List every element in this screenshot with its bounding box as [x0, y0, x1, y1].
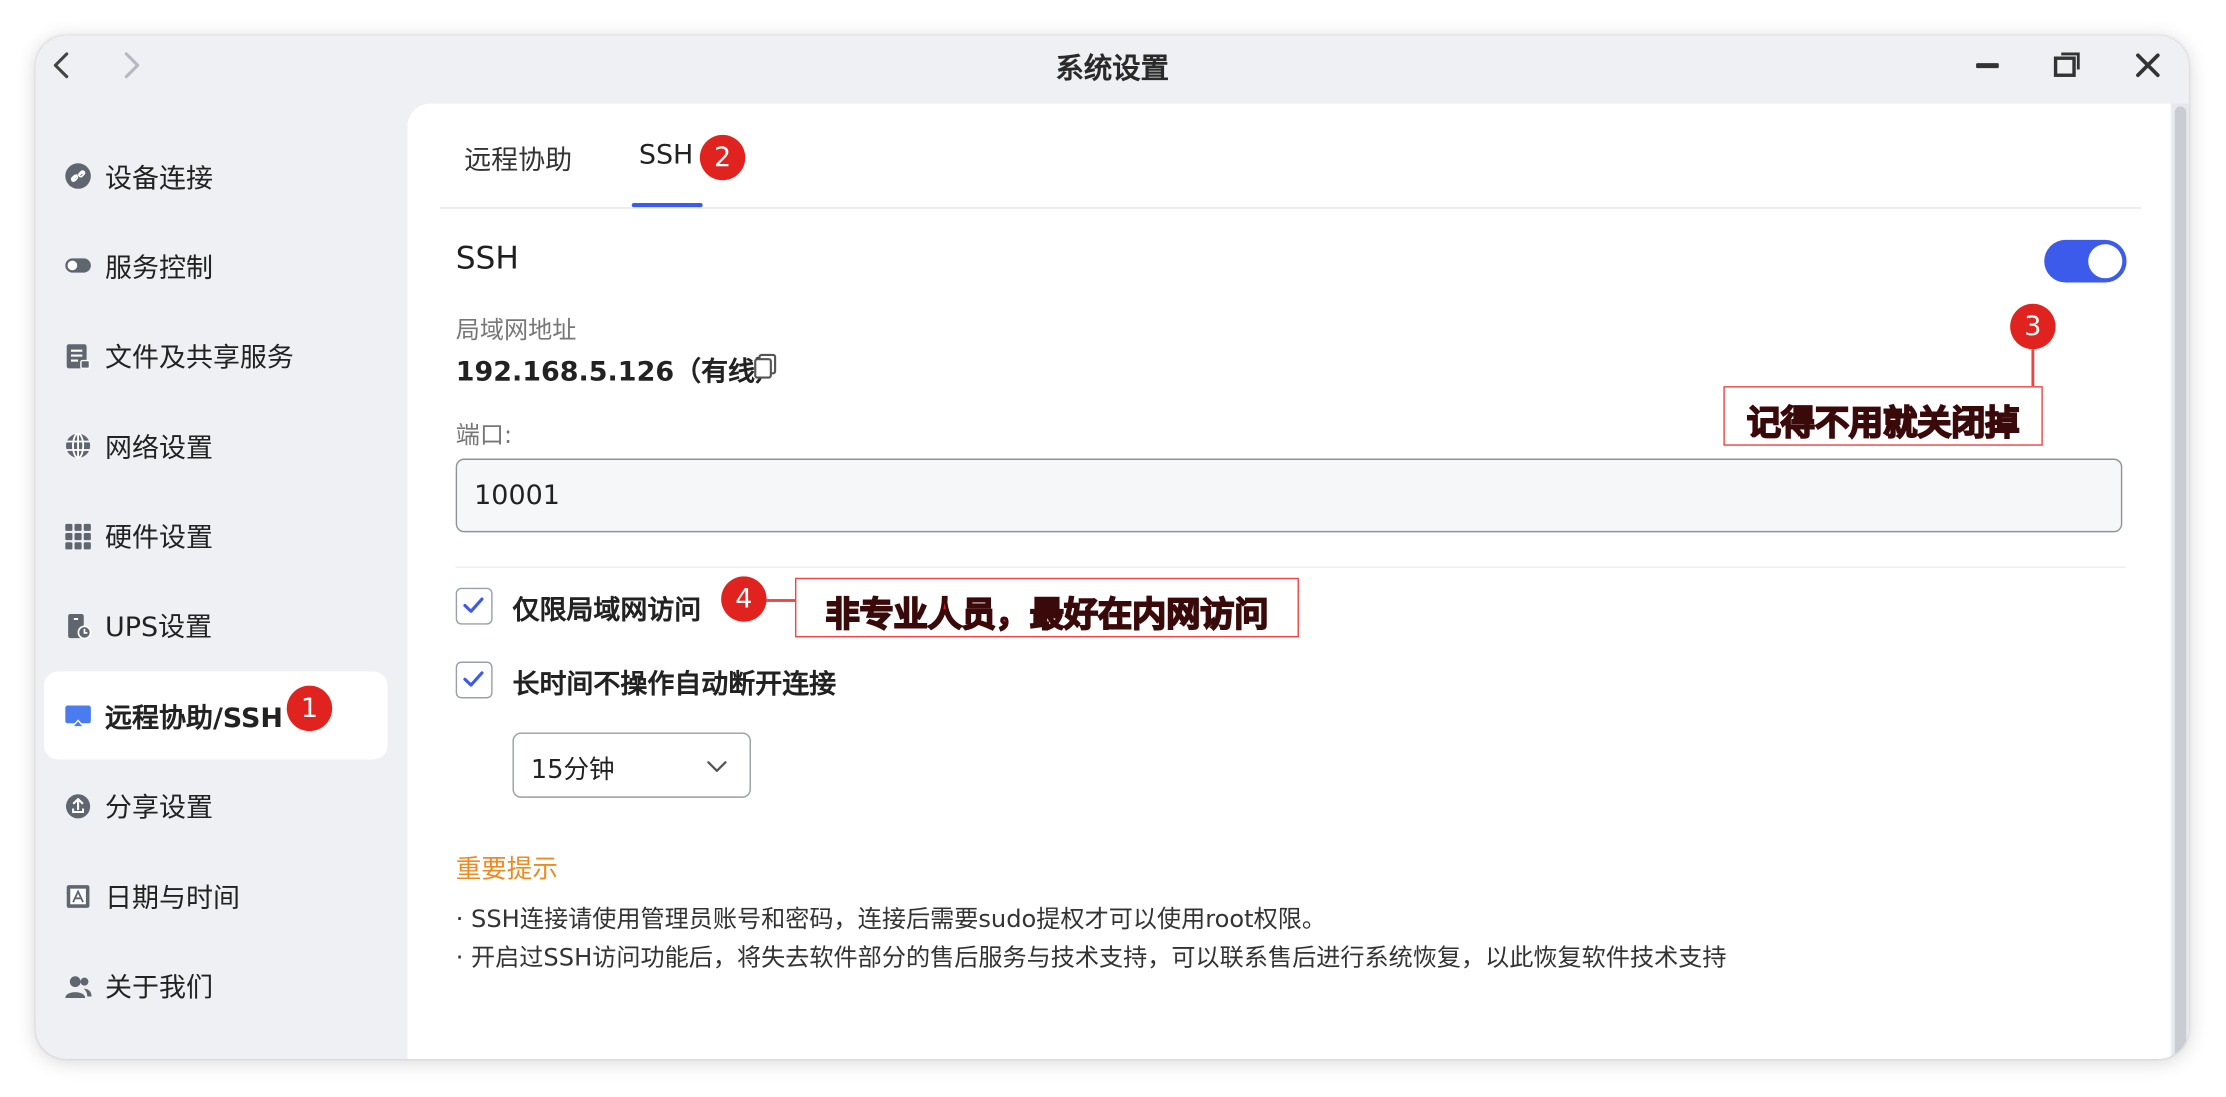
scrollbar-thumb[interactable]	[2174, 106, 2187, 1060]
notice-title: 重要提示	[455, 854, 558, 885]
sidebar-item-label: UPS设置	[105, 612, 213, 644]
sidebar-item-device-connection[interactable]: 设备连接	[44, 132, 388, 220]
auto-disconnect-checkbox[interactable]	[455, 661, 493, 699]
toggle-icon	[64, 252, 92, 280]
content-panel: 远程协助 SSH 2 SSH 局域网地址 192.168.5.126（有线） 端…	[407, 103, 2171, 1060]
annotation-badge: 3	[2010, 303, 2056, 350]
lan-address-label: 局域网地址	[455, 316, 577, 345]
sidebar-item-service-control[interactable]: 服务控制	[44, 222, 388, 310]
link-icon	[64, 162, 92, 190]
annotation-connector	[766, 599, 797, 602]
section-title: SSH	[455, 241, 519, 277]
sidebar-item-remote-ssh[interactable]: 远程协助/SSH 1	[44, 671, 388, 760]
grid-icon	[64, 522, 92, 550]
users-icon	[64, 972, 92, 1000]
globe-icon	[64, 432, 92, 460]
sidebar-item-about[interactable]: 关于我们	[44, 942, 388, 1030]
chevron-down-icon	[707, 761, 727, 772]
annotation-badge: 4	[721, 576, 767, 622]
sidebar-item-share[interactable]: 分享设置	[44, 762, 388, 850]
window-title: 系统设置	[1055, 51, 1170, 86]
ups-icon	[64, 612, 92, 640]
notice-line: · SSH连接请使用管理员账号和密码，连接后需要sudo提权才可以使用root权…	[455, 905, 1327, 935]
port-input[interactable]	[455, 458, 2123, 533]
timeout-select[interactable]: 15分钟	[512, 732, 751, 798]
annotation-text: 记得不用就关闭掉	[1746, 402, 2020, 443]
auto-disconnect-label[interactable]: 长时间不操作自动断开连接	[512, 663, 836, 701]
tab-remote-assist[interactable]: 远程协助	[464, 139, 572, 177]
lan-only-label[interactable]: 仅限局域网访问	[512, 589, 701, 627]
sidebar-item-ups[interactable]: UPS设置	[44, 582, 388, 670]
divider	[455, 566, 2127, 568]
tab-divider	[440, 207, 2141, 209]
share-icon	[64, 792, 92, 820]
sidebar-item-date-time[interactable]: 日期与时间	[44, 852, 388, 940]
minimize-icon	[1976, 63, 1999, 69]
sidebar-item-label: 文件及共享服务	[105, 342, 294, 374]
annotation-connector	[2031, 349, 2034, 387]
calendar-icon	[64, 882, 92, 910]
settings-window: 系统设置 设备连接 服务控制 文件及共享服务 网络设置 硬件设置 UPS设置 远…	[35, 35, 2190, 1060]
close-button[interactable]	[2128, 45, 2168, 85]
maximize-button[interactable]	[2047, 45, 2087, 85]
sidebar: 设备连接 服务控制 文件及共享服务 网络设置 硬件设置 UPS设置 远程协助/S…	[44, 132, 388, 1032]
sidebar-item-hardware[interactable]: 硬件设置	[44, 492, 388, 580]
sidebar-item-label: 远程协助/SSH	[105, 702, 284, 734]
sidebar-item-label: 服务控制	[105, 252, 213, 284]
ssh-toggle[interactable]	[2044, 239, 2127, 283]
sidebar-item-label: 关于我们	[105, 972, 213, 1004]
restore-icon	[2053, 52, 2080, 77]
timeout-value: 15分钟	[530, 755, 615, 786]
sidebar-item-file-share[interactable]: 文件及共享服务	[44, 312, 388, 400]
annotation-note: 非专业人员，最好在内网访问	[794, 577, 1299, 638]
sidebar-item-network[interactable]: 网络设置	[44, 402, 388, 490]
checkmark-icon	[463, 671, 484, 687]
sidebar-item-label: 日期与时间	[105, 882, 240, 914]
annotation-badge: 2	[699, 134, 746, 181]
file-share-icon	[64, 342, 92, 370]
scrollbar[interactable]	[2171, 103, 2190, 1060]
annotation-note: 记得不用就关闭掉	[1723, 386, 2043, 446]
close-icon	[2136, 53, 2160, 78]
monitor-icon	[64, 702, 92, 730]
annotation-text: 非专业人员，最好在内网访问	[825, 594, 1270, 635]
sidebar-item-label: 分享设置	[105, 792, 213, 824]
tab-ssh[interactable]: SSH	[639, 139, 694, 170]
lan-address-value: 192.168.5.126（有线）	[455, 356, 782, 388]
minimize-button[interactable]	[1968, 45, 2008, 85]
checkmark-icon	[463, 597, 484, 613]
port-label: 端口:	[455, 421, 513, 451]
annotation-badge: 1	[286, 686, 333, 732]
sidebar-item-label: 设备连接	[105, 162, 213, 194]
sidebar-item-label: 硬件设置	[105, 522, 213, 554]
sidebar-item-label: 网络设置	[105, 432, 213, 464]
copy-icon[interactable]	[751, 352, 779, 380]
notice-line: · 开启过SSH访问功能后，将失去软件部分的售后服务与技术支持，可以联系售后进行…	[455, 944, 1727, 973]
lan-only-checkbox[interactable]	[455, 587, 493, 625]
toggle-knob	[2088, 244, 2123, 279]
